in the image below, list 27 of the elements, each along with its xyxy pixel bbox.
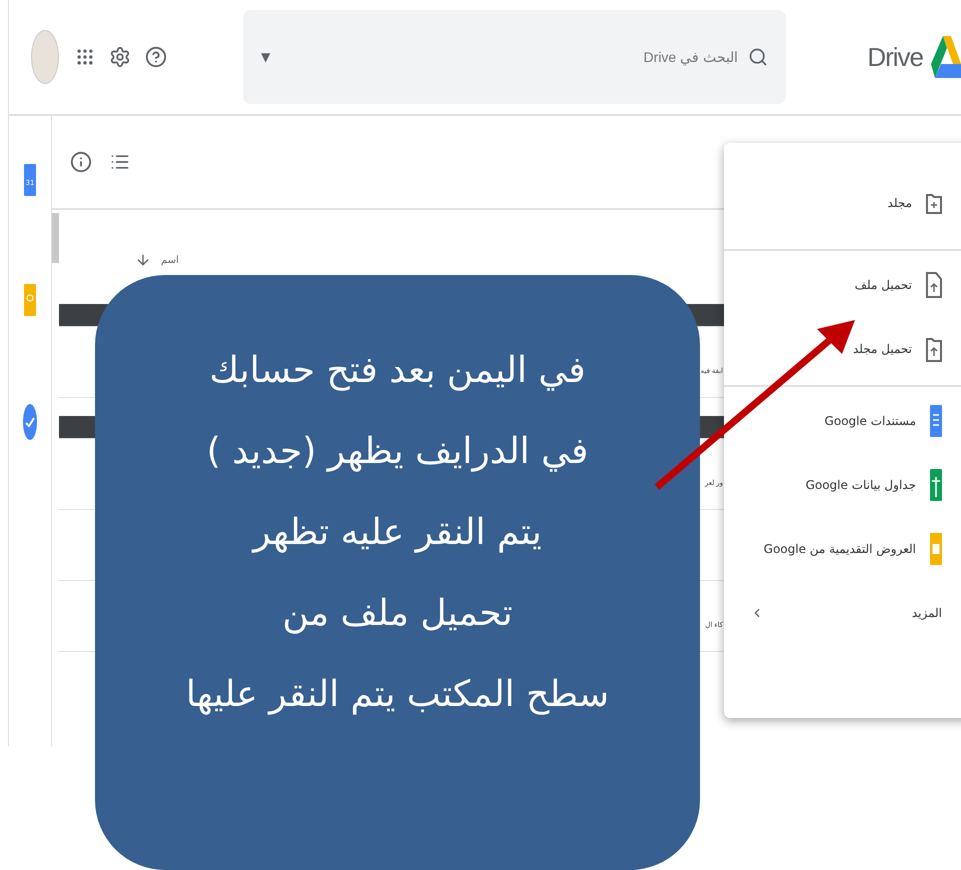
menu-item[interactable]: مجلد — [724, 183, 961, 223]
info-icon[interactable] — [70, 151, 92, 173]
menu-item[interactable]: المزيد — [724, 593, 961, 633]
scrollbar-thumb[interactable] — [52, 213, 59, 263]
menu-item[interactable]: جداول بيانات Google — [724, 465, 961, 505]
caret-icon[interactable]: ▼ — [261, 50, 270, 64]
help-icon[interactable] — [145, 46, 167, 68]
menu-item[interactable]: مستندات Google — [724, 401, 961, 441]
spreadsheet-icon — [930, 469, 942, 501]
menu-item[interactable]: تحميل مجلد — [724, 329, 961, 369]
settings-icon[interactable] — [109, 46, 131, 68]
checkmark-icon[interactable] — [23, 404, 37, 440]
sort-arrow-icon[interactable] — [135, 252, 151, 268]
drive-logo-icon — [931, 36, 961, 78]
file-upload-icon — [926, 272, 942, 298]
menu-item[interactable]: العروض التقديمية من Google — [724, 529, 961, 569]
document-icon — [930, 405, 942, 437]
presentation-icon — [930, 533, 942, 565]
search-field[interactable]: ▼ البحث في Drive — [243, 10, 786, 104]
apps-grid-icon[interactable] — [75, 47, 95, 67]
menu-item[interactable]: تحميل ملف — [724, 265, 961, 305]
folder-upload-icon — [926, 336, 942, 362]
callout-text: في اليمن بعد فتح حسابك في الدرايف يظهر (جديد ) يتم النقر عليه تظهر تحميل ملف من سطح المكتب يتم النقر عليها — [186, 349, 610, 717]
new-folder-icon — [926, 192, 942, 214]
column-header[interactable]: اسم — [161, 254, 179, 266]
logo-text: Drive — [867, 42, 923, 72]
search-icon[interactable] — [748, 47, 768, 67]
